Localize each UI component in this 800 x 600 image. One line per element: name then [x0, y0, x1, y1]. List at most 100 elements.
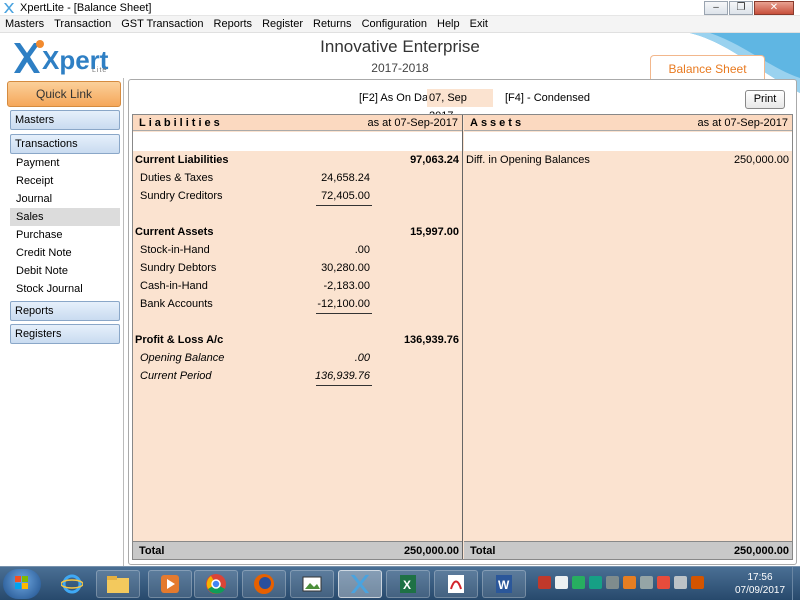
- windows-taskbar: X W 17:56 07/09/2017: [0, 566, 800, 600]
- print-button[interactable]: Print: [745, 90, 785, 109]
- ledger-name: Opening Balance: [140, 352, 225, 364]
- ledger-row[interactable]: Bank Accounts -12,100.00: [133, 295, 462, 313]
- ledger-name: Sundry Debtors: [140, 262, 217, 274]
- menu-help[interactable]: Help: [437, 18, 460, 30]
- ledger-row[interactable]: Sundry Debtors 30,280.00: [133, 259, 462, 277]
- flag-icon[interactable]: [691, 576, 704, 589]
- ledger-row[interactable]: Current Period 136,939.76: [133, 367, 462, 385]
- menu-gst-transaction[interactable]: GST Transaction: [121, 18, 203, 30]
- group-total: 15,997.00: [410, 226, 459, 238]
- clock-date: 07/09/2017: [734, 585, 786, 596]
- taskbar-clock[interactable]: 17:56 07/09/2017: [730, 571, 790, 597]
- ledger-amount: 30,280.00: [321, 262, 370, 274]
- ledger-amount: .00: [354, 244, 370, 256]
- tray-icon[interactable]: [555, 576, 568, 589]
- menu-reports[interactable]: Reports: [214, 18, 253, 30]
- tray-icon[interactable]: [572, 576, 585, 589]
- media-player-icon[interactable]: [148, 570, 192, 598]
- sidebar-item-registers[interactable]: Registers: [10, 324, 120, 344]
- word-icon[interactable]: W: [482, 570, 526, 598]
- sidebar-item-masters[interactable]: Masters: [10, 110, 120, 130]
- liabilities-column: Liabilities as at 07-Sep-2017 Current Li…: [133, 115, 463, 559]
- acrobat-icon[interactable]: [434, 570, 478, 598]
- minimize-button[interactable]: –: [704, 1, 728, 15]
- tray-icon[interactable]: [538, 576, 551, 589]
- title-bar: XpertLite - [Balance Sheet] – ❐ ✕: [0, 0, 800, 16]
- windows-logo-icon: [15, 576, 28, 589]
- quick-link-header[interactable]: Quick Link: [7, 81, 121, 107]
- xpertlite-taskbar-icon[interactable]: [338, 570, 382, 598]
- menu-register[interactable]: Register: [262, 18, 303, 30]
- window-controls: – ❐ ✕: [704, 1, 794, 15]
- show-desktop-button[interactable]: [792, 567, 800, 600]
- tray-icon[interactable]: [657, 576, 670, 589]
- assets-total-row: Total 250,000.00: [464, 541, 792, 559]
- assets-title: Assets: [470, 117, 525, 129]
- sidebar-item-reports[interactable]: Reports: [10, 301, 120, 321]
- total-label: Total: [470, 545, 496, 557]
- condensed-toggle[interactable]: [F4] - Condensed: [505, 92, 590, 104]
- sidebar-item-purchase[interactable]: Purchase: [10, 226, 120, 244]
- menu-returns[interactable]: Returns: [313, 18, 352, 30]
- close-button[interactable]: ✕: [754, 1, 794, 15]
- liabilities-title: Liabilities: [139, 117, 223, 129]
- menu-configuration[interactable]: Configuration: [362, 18, 427, 30]
- ledger-amount: 24,658.24: [321, 172, 370, 184]
- ledger-name: Sundry Creditors: [140, 190, 223, 202]
- tab-balance-sheet[interactable]: Balance Sheet: [650, 55, 765, 82]
- sidebar-item-stock-journal[interactable]: Stock Journal: [10, 280, 120, 298]
- sidebar-item-sales[interactable]: Sales: [10, 208, 120, 226]
- as-on-date-field[interactable]: 07, Sep 2017: [427, 89, 493, 122]
- subtotal-underline: [316, 313, 372, 314]
- group-total: 136,939.76: [403, 334, 459, 346]
- ledger-amount: -2,183.00: [323, 280, 370, 292]
- group-row[interactable]: Current Liabilities 97,063.24: [133, 151, 462, 169]
- tray-icon[interactable]: [589, 576, 602, 589]
- sidebar-item-transactions[interactable]: Transactions: [10, 134, 120, 154]
- balance-sheet-grid: Liabilities as at 07-Sep-2017 Current Li…: [132, 114, 793, 560]
- chrome-icon[interactable]: [194, 570, 238, 598]
- assets-date: as at 07-Sep-2017: [697, 117, 788, 129]
- ledger-amount: .00: [354, 352, 370, 364]
- group-row[interactable]: Current Assets 15,997.00: [133, 223, 462, 241]
- menu-exit[interactable]: Exit: [470, 18, 488, 30]
- tray-icon[interactable]: [606, 576, 619, 589]
- firefox-icon[interactable]: [242, 570, 286, 598]
- ledger-name: Cash-in-Hand: [140, 280, 208, 292]
- file-explorer-icon[interactable]: [96, 570, 140, 598]
- subtotal-underline: [316, 205, 372, 206]
- ledger-row[interactable]: Duties & Taxes 24,658.24: [133, 169, 462, 187]
- svg-text:X: X: [403, 578, 411, 592]
- ledger-amount: 72,405.00: [321, 190, 370, 202]
- ledger-row[interactable]: Opening Balance .00: [133, 349, 462, 367]
- tray-icon[interactable]: [640, 576, 653, 589]
- tray-icon[interactable]: [623, 576, 636, 589]
- group-row[interactable]: Profit & Loss A/c 136,939.76: [133, 331, 462, 349]
- total-value: 250,000.00: [733, 545, 789, 557]
- ledger-row[interactable]: Cash-in-Hand -2,183.00: [133, 277, 462, 295]
- assets-column: Assets as at 07-Sep-2017 Diff. in Openin…: [464, 115, 792, 559]
- excel-icon[interactable]: X: [386, 570, 430, 598]
- header-spacer: [133, 132, 462, 151]
- internet-explorer-icon[interactable]: [50, 570, 94, 598]
- app-header: Xpert Lite Innovative Enterprise 2017-20…: [0, 33, 800, 93]
- sidebar-item-receipt[interactable]: Receipt: [10, 172, 120, 190]
- sidebar-item-debit-note[interactable]: Debit Note: [10, 262, 120, 280]
- group-name: Current Liabilities: [135, 154, 229, 166]
- ledger-row[interactable]: Diff. in Opening Balances 250,000.00: [464, 151, 792, 169]
- menu-transaction[interactable]: Transaction: [54, 18, 111, 30]
- tray-icon[interactable]: [674, 576, 687, 589]
- menu-masters[interactable]: Masters: [5, 18, 44, 30]
- sidebar-item-credit-note[interactable]: Credit Note: [10, 244, 120, 262]
- sidebar-item-journal[interactable]: Journal: [10, 190, 120, 208]
- restore-button[interactable]: ❐: [729, 1, 753, 15]
- image-viewer-icon[interactable]: [290, 570, 334, 598]
- group-name: Profit & Loss A/c: [135, 334, 224, 346]
- sidebar-item-payment[interactable]: Payment: [10, 154, 120, 172]
- ledger-row[interactable]: Sundry Creditors 72,405.00: [133, 187, 462, 205]
- window-title: XpertLite - [Balance Sheet]: [20, 2, 152, 14]
- ledger-row[interactable]: Stock-in-Hand .00: [133, 241, 462, 259]
- svg-text:W: W: [498, 578, 510, 592]
- liabilities-header: Liabilities as at 07-Sep-2017: [133, 115, 462, 131]
- start-button[interactable]: [3, 569, 41, 599]
